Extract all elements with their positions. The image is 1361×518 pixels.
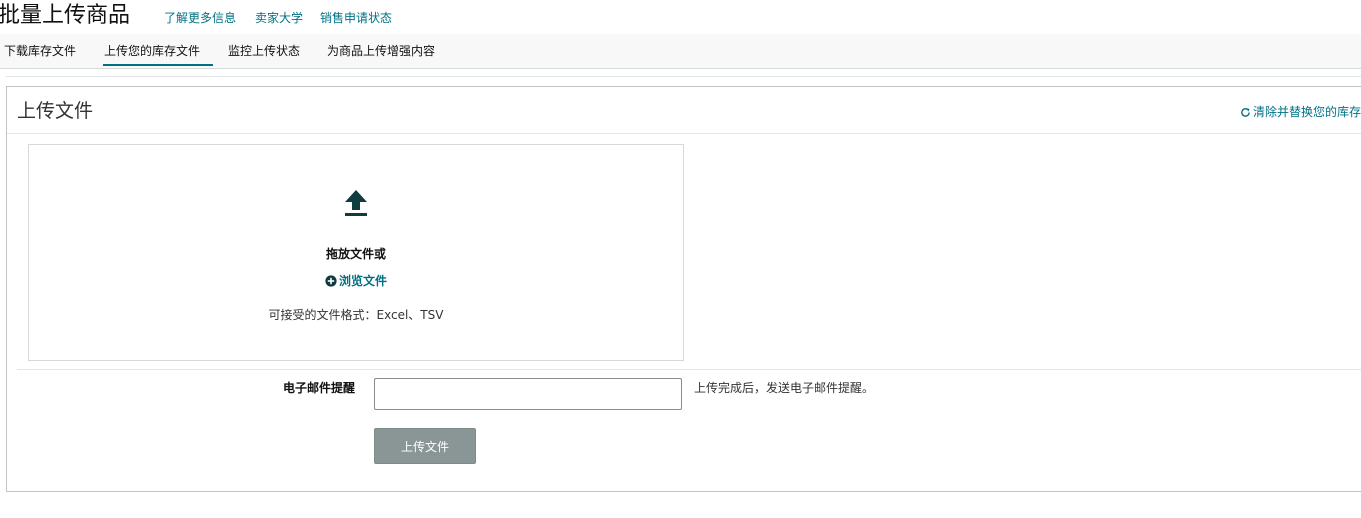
divider [17, 369, 1361, 370]
card-title: 上传文件 [17, 100, 94, 122]
tab-download-inventory-file[interactable]: 下载库存文件 [4, 43, 76, 59]
clear-and-replace-inventory-label: 清除并替换您的库存 [1253, 105, 1361, 119]
page: 批量上传商品 了解更多信息 卖家大学 销售申请状态 下载库存文件 上传您的库存文… [0, 0, 1361, 518]
upload-file-card: 上传文件 清除并替换您的库存 拖放文件或 浏览文件 可接受的文件格式：Excel… [6, 86, 1361, 492]
browse-files-link[interactable]: 浏览文件 [29, 273, 683, 291]
tab-upload-enhanced-content[interactable]: 为商品上传增强内容 [327, 43, 435, 59]
learn-more-link[interactable]: 了解更多信息 [164, 10, 236, 26]
divider [6, 76, 1361, 77]
page-title: 批量上传商品 [0, 3, 131, 28]
seller-university-link[interactable]: 卖家大学 [255, 10, 303, 26]
email-alert-label: 电子邮件提醒 [282, 381, 355, 395]
card-header-divider [7, 133, 1361, 134]
active-tab-indicator [103, 64, 213, 66]
upload-icon [344, 189, 368, 217]
upload-file-button[interactable]: 上传文件 [374, 428, 476, 464]
accepted-formats-text: 可接受的文件格式：Excel、TSV [268, 308, 444, 322]
selling-application-status-link[interactable]: 销售申请状态 [320, 10, 392, 26]
browse-files-label: 浏览文件 [338, 274, 387, 288]
email-alert-input[interactable] [374, 378, 682, 410]
file-dropzone[interactable]: 拖放文件或 浏览文件 可接受的文件格式：Excel、TSV [28, 144, 684, 361]
email-alert-hint: 上传完成后，发送电子邮件提醒。 [694, 381, 875, 395]
refresh-icon [1240, 106, 1251, 122]
plus-circle-icon [325, 275, 337, 291]
clear-and-replace-inventory-link[interactable]: 清除并替换您的库存 [1240, 104, 1361, 122]
drop-file-text: 拖放文件或 [325, 247, 386, 261]
page-header: 批量上传商品 了解更多信息 卖家大学 销售申请状态 [0, 0, 1361, 34]
tab-monitor-upload-status[interactable]: 监控上传状态 [228, 43, 300, 59]
tab-upload-inventory-file[interactable]: 上传您的库存文件 [104, 43, 200, 59]
